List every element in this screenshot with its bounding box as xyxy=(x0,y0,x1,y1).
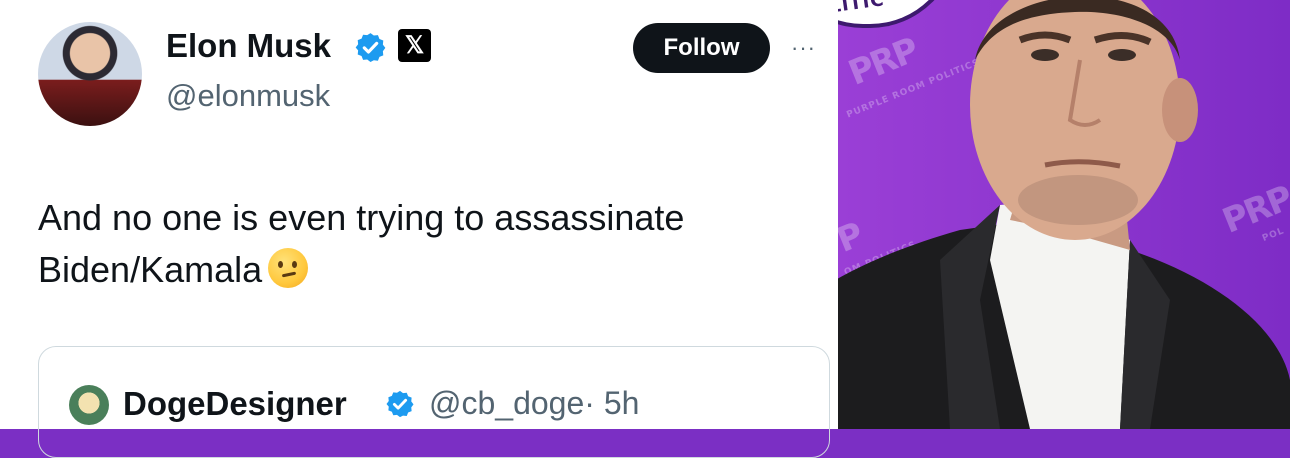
more-options-icon[interactable]: ··· xyxy=(791,35,816,61)
quoted-timestamp[interactable]: · 5h xyxy=(584,385,639,421)
quoted-handle-text[interactable]: @cb_doge xyxy=(429,385,584,421)
tweet-text: And no one is even trying to assassinate… xyxy=(38,192,818,296)
author-name[interactable]: Elon Musk xyxy=(166,27,331,65)
quoted-verified-badge-icon xyxy=(386,390,414,418)
follow-button[interactable]: Follow xyxy=(633,23,770,73)
tweet-card: Elon Musk 𝕏 @elonmusk Follow ··· And no … xyxy=(0,0,838,458)
quoted-author-name[interactable]: DogeDesigner xyxy=(123,385,347,423)
tweet-body: And no one is even trying to assassinate… xyxy=(38,197,685,290)
quoted-author-avatar[interactable] xyxy=(69,385,109,425)
author-handle[interactable]: @elonmusk xyxy=(166,78,330,114)
quoted-tweet[interactable]: DogeDesigner @cb_doge· 5h xyxy=(38,346,830,458)
thinking-face-icon xyxy=(268,248,309,288)
verified-badge-icon xyxy=(355,33,386,62)
x-affiliation-icon: 𝕏 xyxy=(398,29,431,62)
quoted-author-handle: @cb_doge· 5h xyxy=(429,385,639,422)
author-avatar[interactable] xyxy=(38,22,142,126)
